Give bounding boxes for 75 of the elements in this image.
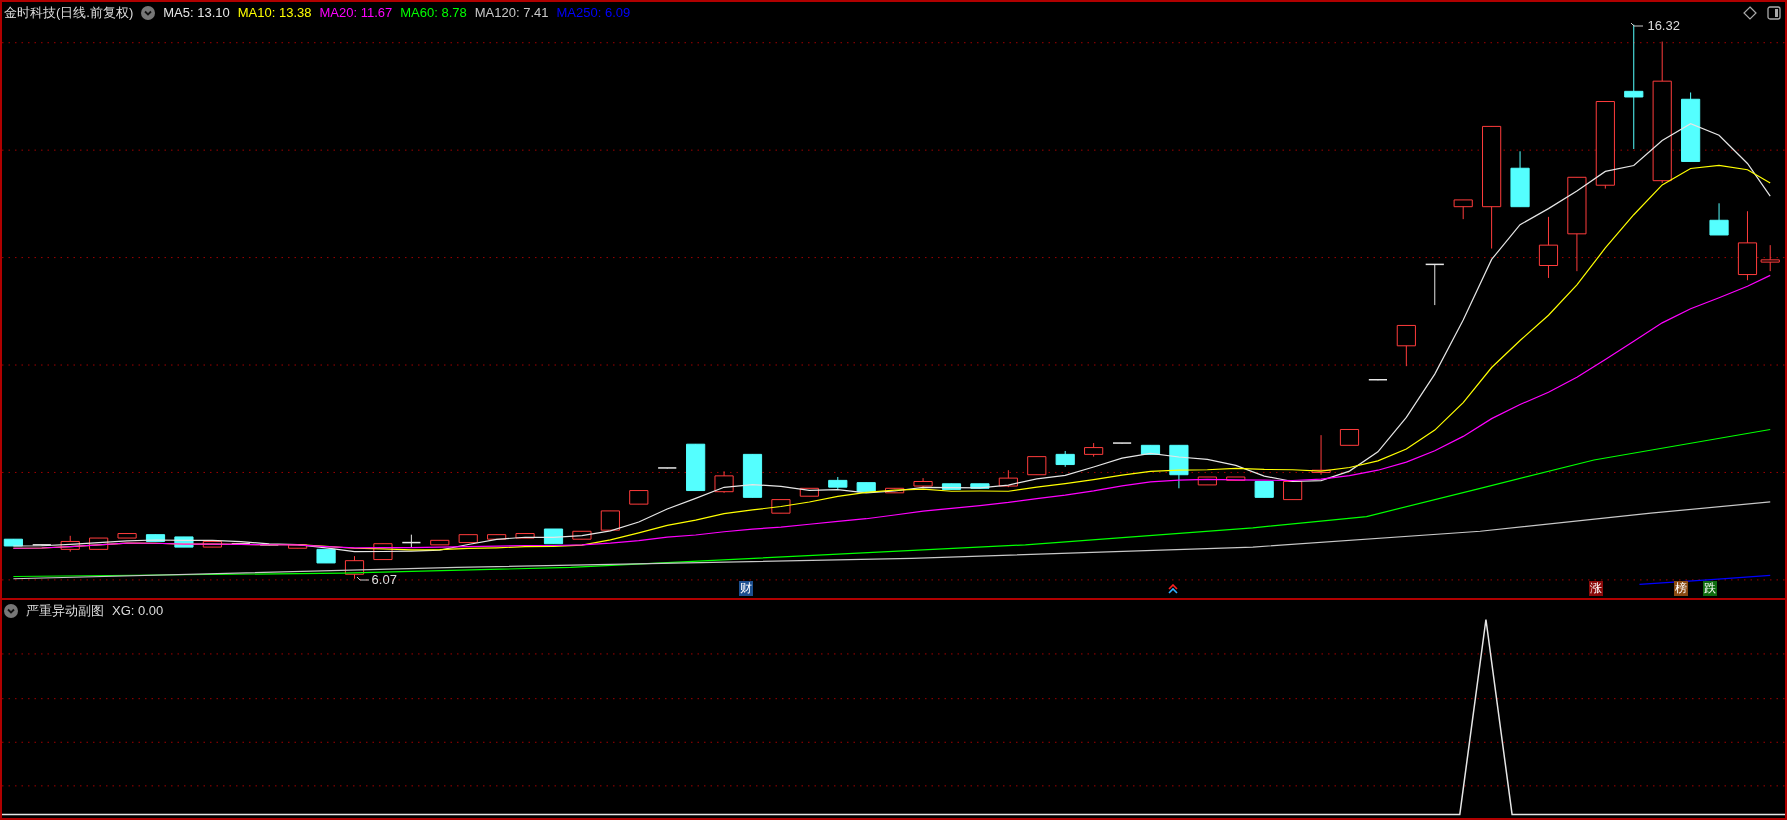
indicator-title: 严重异动副图 bbox=[26, 602, 104, 620]
candlestick bbox=[174, 536, 194, 548]
candlestick bbox=[998, 469, 1018, 488]
diamond-icon[interactable] bbox=[1743, 6, 1757, 20]
candlestick bbox=[742, 453, 763, 498]
candlestick bbox=[1737, 210, 1758, 281]
candlestick bbox=[1140, 444, 1161, 455]
low-price-label: 6.07 bbox=[371, 571, 397, 589]
candlestick bbox=[1197, 476, 1217, 486]
candlestick bbox=[970, 483, 990, 489]
candlestick bbox=[714, 470, 734, 494]
candlestick bbox=[1311, 434, 1331, 476]
candlestick bbox=[1681, 91, 1701, 162]
candlestick bbox=[1538, 216, 1559, 279]
chart-title: 金时科技(日线.前复权) bbox=[4, 4, 134, 22]
candlestick bbox=[230, 542, 251, 545]
candlestick bbox=[3, 538, 23, 547]
dropdown-icon[interactable] bbox=[4, 603, 18, 618]
candlestick bbox=[1055, 450, 1075, 468]
candlestick bbox=[31, 544, 52, 546]
candlestick bbox=[145, 534, 166, 542]
candlestick bbox=[1339, 429, 1360, 446]
candlestick bbox=[1169, 444, 1189, 489]
event-flag[interactable]: 涨 bbox=[1589, 581, 1604, 596]
moving-average-value: MA20: 11.67 bbox=[319, 4, 393, 22]
candlestick bbox=[1396, 324, 1416, 367]
candlestick bbox=[60, 535, 80, 553]
candlestick bbox=[515, 533, 535, 539]
candlestick bbox=[1510, 150, 1530, 208]
panel-toggle-icon[interactable] bbox=[1767, 6, 1781, 20]
candlestick bbox=[1709, 202, 1729, 236]
candlestick bbox=[1084, 442, 1104, 458]
candlestick bbox=[1254, 481, 1274, 498]
candlestick bbox=[885, 487, 905, 494]
candlestick bbox=[1453, 199, 1473, 220]
candlestick bbox=[1027, 456, 1047, 476]
candlestick bbox=[799, 487, 819, 497]
candlestick bbox=[117, 533, 137, 539]
candlestick bbox=[828, 476, 848, 490]
candlestick bbox=[1368, 379, 1388, 381]
candlestick bbox=[1283, 481, 1303, 501]
candlestick bbox=[458, 534, 478, 544]
candlestick bbox=[316, 548, 336, 564]
candlestick bbox=[1112, 442, 1132, 445]
candlestick bbox=[401, 534, 422, 548]
candlestick bbox=[629, 490, 649, 505]
dropdown-icon[interactable] bbox=[141, 5, 156, 20]
candlestick bbox=[572, 530, 592, 540]
moving-average-value: MA10: 13.38 bbox=[237, 4, 312, 22]
candlestick bbox=[941, 483, 962, 490]
candlestick bbox=[856, 482, 876, 493]
candlestick bbox=[657, 467, 678, 469]
moving-average-value: MA60: 8.78 bbox=[400, 4, 467, 22]
moving-average-value: MA250: 6.09 bbox=[556, 4, 631, 22]
candlestick bbox=[600, 510, 620, 531]
event-flag[interactable]: 跌 bbox=[1703, 581, 1718, 596]
candlestick bbox=[344, 555, 365, 580]
candlestick bbox=[430, 539, 450, 546]
candlestick bbox=[686, 443, 706, 492]
candlestick bbox=[89, 537, 109, 550]
candlestick bbox=[913, 477, 933, 489]
high-price-label: 16.32 bbox=[1647, 17, 1680, 35]
candlestick bbox=[202, 540, 222, 548]
candlestick bbox=[259, 544, 280, 546]
candlestick bbox=[487, 534, 507, 540]
candlestick bbox=[1424, 263, 1445, 306]
indicator-value: XG: 0.00 bbox=[112, 602, 164, 620]
event-flag[interactable]: 榜 bbox=[1673, 581, 1688, 596]
moving-average-value: MA5: 13.10 bbox=[163, 4, 230, 22]
event-flag[interactable]: 财 bbox=[738, 581, 753, 596]
moving-average-value: MA120: 7.41 bbox=[474, 4, 549, 22]
arrow-marker-icon[interactable] bbox=[1167, 584, 1178, 594]
candlestick bbox=[1226, 476, 1246, 481]
candlestick bbox=[288, 544, 308, 549]
candlestick bbox=[1760, 244, 1780, 272]
